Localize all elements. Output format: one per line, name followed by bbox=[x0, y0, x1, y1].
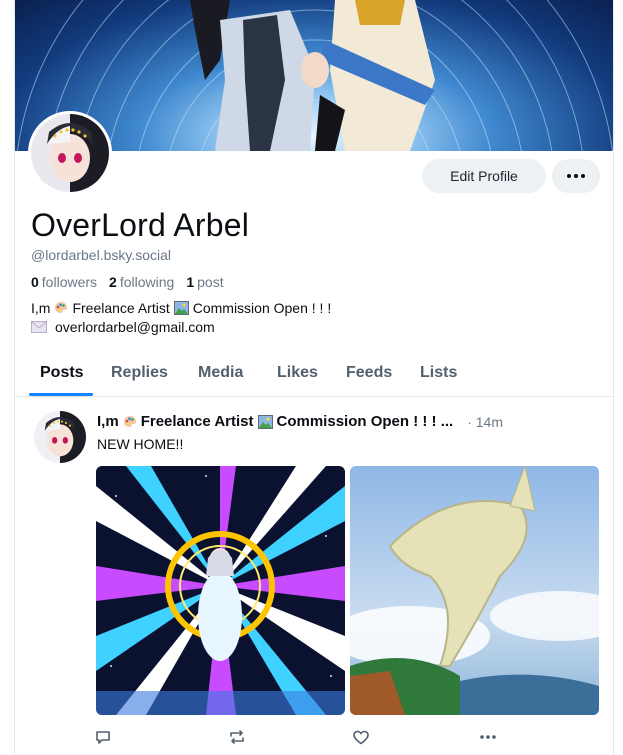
repost-button[interactable] bbox=[227, 727, 247, 747]
tab-replies[interactable]: Replies bbox=[111, 364, 168, 382]
bio-text-c: Commission Open ! ! ! bbox=[192, 300, 332, 316]
followers-stat[interactable]: 0 followers bbox=[31, 274, 97, 290]
tab-media[interactable]: Media bbox=[198, 364, 243, 382]
profile-handle: @lordarbel.bsky.social bbox=[31, 247, 172, 263]
post-body: NEW HOME!! bbox=[97, 436, 184, 452]
profile-stats: 0 followers 2 following 1 post bbox=[31, 274, 224, 290]
active-tab-indicator bbox=[29, 393, 93, 396]
framed-picture-icon bbox=[173, 301, 189, 315]
post-author-avatar[interactable] bbox=[34, 411, 86, 463]
reply-button[interactable] bbox=[93, 727, 113, 747]
post-header: I,m Freelance Artist Commission Open ! !… bbox=[97, 413, 597, 430]
post-author-text-c: Commission Open ! ! ! ... bbox=[276, 413, 454, 430]
bio-line-2: overlordarbel@gmail.com bbox=[31, 319, 215, 335]
bio-text-a: I,m bbox=[31, 300, 51, 316]
post-author-text-a: I,m bbox=[97, 413, 119, 430]
posts-label: post bbox=[197, 274, 224, 290]
following-label: following bbox=[119, 274, 175, 290]
avatar-image bbox=[34, 411, 86, 463]
heart-icon bbox=[353, 730, 369, 744]
artist-palette-icon bbox=[55, 302, 68, 313]
tab-likes[interactable]: Likes bbox=[277, 364, 318, 382]
bio-text-b: Freelance Artist bbox=[72, 300, 170, 316]
profile-page: Edit Profile OverLord Arbel @lordarbel.b… bbox=[14, 0, 614, 755]
like-button[interactable] bbox=[351, 727, 371, 747]
artist-palette-icon bbox=[123, 415, 136, 427]
edit-profile-button[interactable]: Edit Profile bbox=[422, 159, 546, 193]
repost-icon bbox=[230, 730, 244, 744]
post-timestamp[interactable]: · 14m bbox=[467, 414, 503, 430]
tab-lists[interactable]: Lists bbox=[420, 364, 457, 382]
banner-artwork bbox=[17, 0, 613, 151]
tab-feeds[interactable]: Feeds bbox=[346, 364, 392, 382]
post-actions bbox=[15, 727, 613, 747]
profile-tabs: Posts Replies Media Likes Feeds Lists bbox=[15, 355, 613, 397]
ellipsis-icon bbox=[480, 735, 496, 739]
profile-avatar[interactable] bbox=[28, 111, 112, 195]
post-author-text-b: Freelance Artist bbox=[140, 413, 254, 430]
reply-icon bbox=[96, 731, 110, 744]
profile-more-button[interactable] bbox=[552, 159, 600, 193]
envelope-icon bbox=[31, 321, 47, 333]
following-stat[interactable]: 2 following bbox=[109, 274, 174, 290]
post-more-button[interactable] bbox=[478, 727, 498, 747]
posts-count: 1 bbox=[186, 274, 195, 290]
bio-line-1: I,m Freelance Artist Commission Open ! !… bbox=[31, 300, 331, 316]
display-name: OverLord Arbel bbox=[31, 207, 250, 243]
tab-posts[interactable]: Posts bbox=[40, 364, 84, 382]
posts-stat: 1 post bbox=[186, 274, 223, 290]
avatar-image bbox=[31, 114, 109, 192]
post-image-2[interactable] bbox=[350, 466, 599, 715]
followers-label: followers bbox=[41, 274, 98, 290]
following-count: 2 bbox=[109, 274, 117, 290]
framed-picture-icon bbox=[257, 414, 273, 429]
profile-banner[interactable] bbox=[15, 0, 613, 151]
artwork-radiant-angel bbox=[96, 466, 345, 715]
post-image-1[interactable] bbox=[96, 466, 345, 715]
bio-email[interactable]: overlordarbel@gmail.com bbox=[55, 319, 215, 335]
ellipsis-icon bbox=[567, 174, 585, 178]
followers-count: 0 bbox=[31, 274, 39, 290]
post-author-name[interactable]: I,m Freelance Artist Commission Open ! !… bbox=[97, 413, 453, 430]
artwork-sky-dragon bbox=[350, 466, 599, 715]
